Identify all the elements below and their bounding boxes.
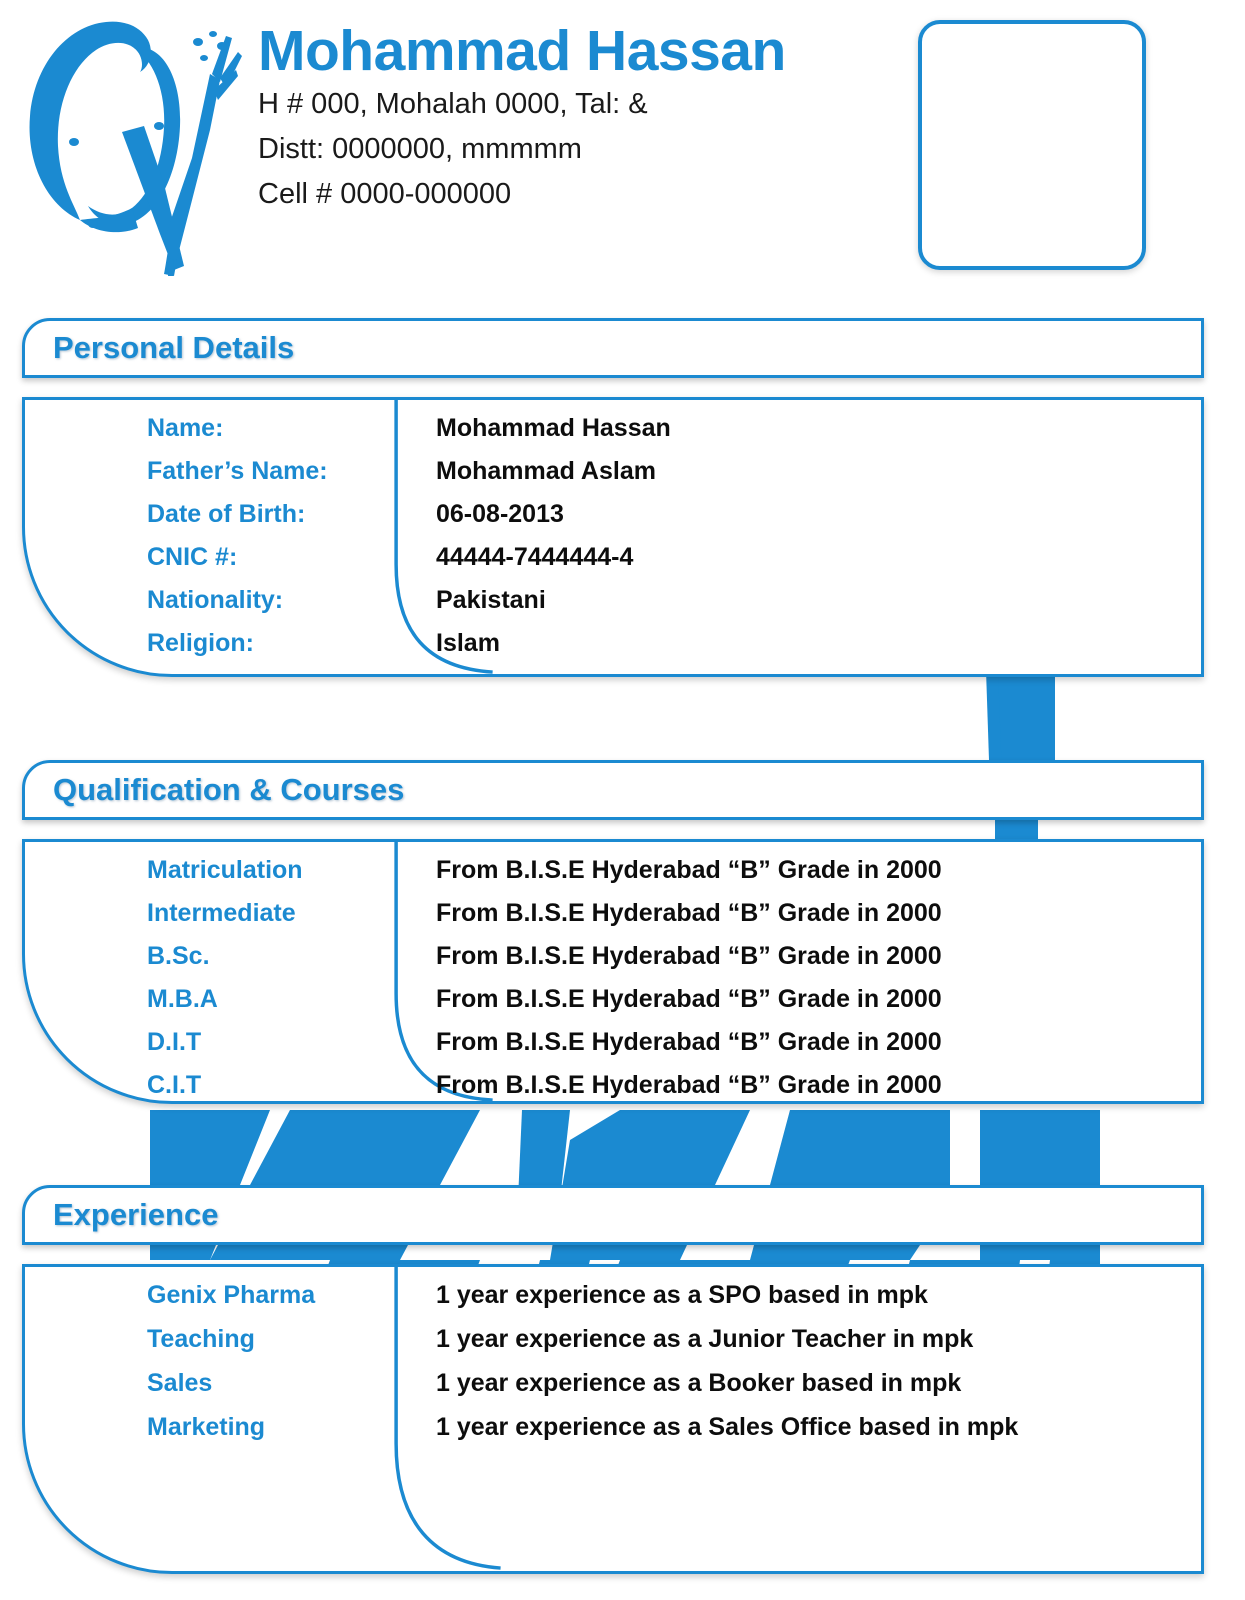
row-value: From B.I.S.E Hyderabad “B” Grade in 2000 [436, 942, 942, 970]
row-value: From B.I.S.E Hyderabad “B” Grade in 2000 [436, 1071, 942, 1099]
section-personal-details: Personal Details Name: Mohammad Hassan F… [22, 318, 1204, 677]
row-label: Father’s Name: [147, 457, 328, 485]
row-label: B.Sc. [147, 942, 210, 970]
row-label: Genix Pharma [147, 1281, 316, 1309]
page-title: Mohammad Hassan [258, 19, 786, 83]
table-row: Date of Birth: 06-08-2013 [25, 500, 1201, 543]
row-value: 1 year experience as a SPO based in mpk [436, 1281, 928, 1309]
section-experience: Experience Genix Pharma 1 year experienc… [22, 1185, 1204, 1574]
table-row: Marketing 1 year experience as a Sales O… [25, 1413, 1201, 1457]
cv-brush-logo-icon [29, 21, 242, 276]
experience-rows: Genix Pharma 1 year experience as a SPO … [25, 1267, 1201, 1457]
section-title: Qualification & Courses [53, 772, 405, 807]
table-row: Intermediate From B.I.S.E Hyderabad “B” … [25, 899, 1201, 942]
row-value: 1 year experience as a Booker based in m… [436, 1369, 962, 1397]
row-value: 06-08-2013 [436, 500, 564, 528]
qualification-rows: Matriculation From B.I.S.E Hyderabad “B”… [25, 842, 1201, 1101]
row-value: Mohammad Aslam [436, 457, 656, 485]
table-row: Teaching 1 year experience as a Junior T… [25, 1325, 1201, 1369]
cv-header: Mohammad Hassan H # 000, Mohalah 0000, T… [0, 0, 1245, 300]
table-row: Name: Mohammad Hassan [25, 414, 1201, 457]
row-value: From B.I.S.E Hyderabad “B” Grade in 2000 [436, 856, 942, 884]
row-value: From B.I.S.E Hyderabad “B” Grade in 2000 [436, 1028, 942, 1056]
table-row: Genix Pharma 1 year experience as a SPO … [25, 1281, 1201, 1325]
row-label: Name: [147, 414, 224, 442]
row-value: Islam [436, 629, 500, 657]
section-body-experience: Genix Pharma 1 year experience as a SPO … [22, 1264, 1204, 1574]
row-value: Pakistani [436, 586, 546, 614]
address-line-1: H # 000, Mohalah 0000, Tal: & [258, 87, 648, 120]
row-label: Matriculation [147, 856, 303, 884]
row-label: Teaching [147, 1325, 255, 1353]
address-line-2: Distt: 0000000, mmmmm [258, 132, 582, 165]
row-label: D.I.T [147, 1028, 202, 1056]
section-header-qualification-courses: Qualification & Courses [22, 760, 1204, 820]
table-row: M.B.A From B.I.S.E Hyderabad “B” Grade i… [25, 985, 1201, 1028]
row-label: Date of Birth: [147, 500, 306, 528]
section-header-personal-details: Personal Details [22, 318, 1204, 378]
row-label: Religion: [147, 629, 254, 657]
row-label: Marketing [147, 1413, 266, 1441]
identity-block: Mohammad Hassan H # 000, Mohalah 0000, T… [258, 19, 898, 217]
table-row: Nationality: Pakistani [25, 586, 1201, 629]
table-row: B.Sc. From B.I.S.E Hyderabad “B” Grade i… [25, 942, 1201, 985]
section-title: Experience [53, 1197, 219, 1232]
row-label: M.B.A [147, 985, 218, 1013]
cv-document: Mohammad Hassan H # 000, Mohalah 0000, T… [0, 0, 1245, 1600]
row-label: Nationality: [147, 586, 284, 614]
row-value: From B.I.S.E Hyderabad “B” Grade in 2000 [436, 899, 942, 927]
row-label: Sales [147, 1369, 213, 1397]
address-line-3: Cell # 0000-000000 [258, 177, 512, 210]
table-row: CNIC #: 44444-7444444-4 [25, 543, 1201, 586]
section-body-qualification-courses: Matriculation From B.I.S.E Hyderabad “B”… [22, 839, 1204, 1104]
row-value: Mohammad Hassan [436, 414, 671, 442]
table-row: Sales 1 year experience as a Booker base… [25, 1369, 1201, 1413]
row-value: From B.I.S.E Hyderabad “B” Grade in 2000 [436, 985, 942, 1013]
table-row: C.I.T From B.I.S.E Hyderabad “B” Grade i… [25, 1071, 1201, 1101]
photo-placeholder [918, 20, 1146, 270]
row-label: CNIC #: [147, 543, 238, 571]
row-label: Intermediate [147, 899, 296, 927]
row-value: 44444-7444444-4 [436, 543, 634, 571]
row-value: 1 year experience as a Sales Office base… [436, 1413, 1019, 1441]
section-title: Personal Details [53, 330, 295, 365]
row-label: C.I.T [147, 1071, 202, 1099]
table-row: Matriculation From B.I.S.E Hyderabad “B”… [25, 856, 1201, 899]
section-header-experience: Experience [22, 1185, 1204, 1245]
table-row: Religion: Islam [25, 629, 1201, 672]
section-qualification-courses: Qualification & Courses Matriculation Fr… [22, 760, 1204, 1104]
row-value: 1 year experience as a Junior Teacher in… [436, 1325, 974, 1353]
section-body-personal-details: Name: Mohammad Hassan Father’s Name: Moh… [22, 397, 1204, 677]
table-row: Father’s Name: Mohammad Aslam [25, 457, 1201, 500]
personal-details-rows: Name: Mohammad Hassan Father’s Name: Moh… [25, 400, 1201, 672]
table-row: D.I.T From B.I.S.E Hyderabad “B” Grade i… [25, 1028, 1201, 1071]
